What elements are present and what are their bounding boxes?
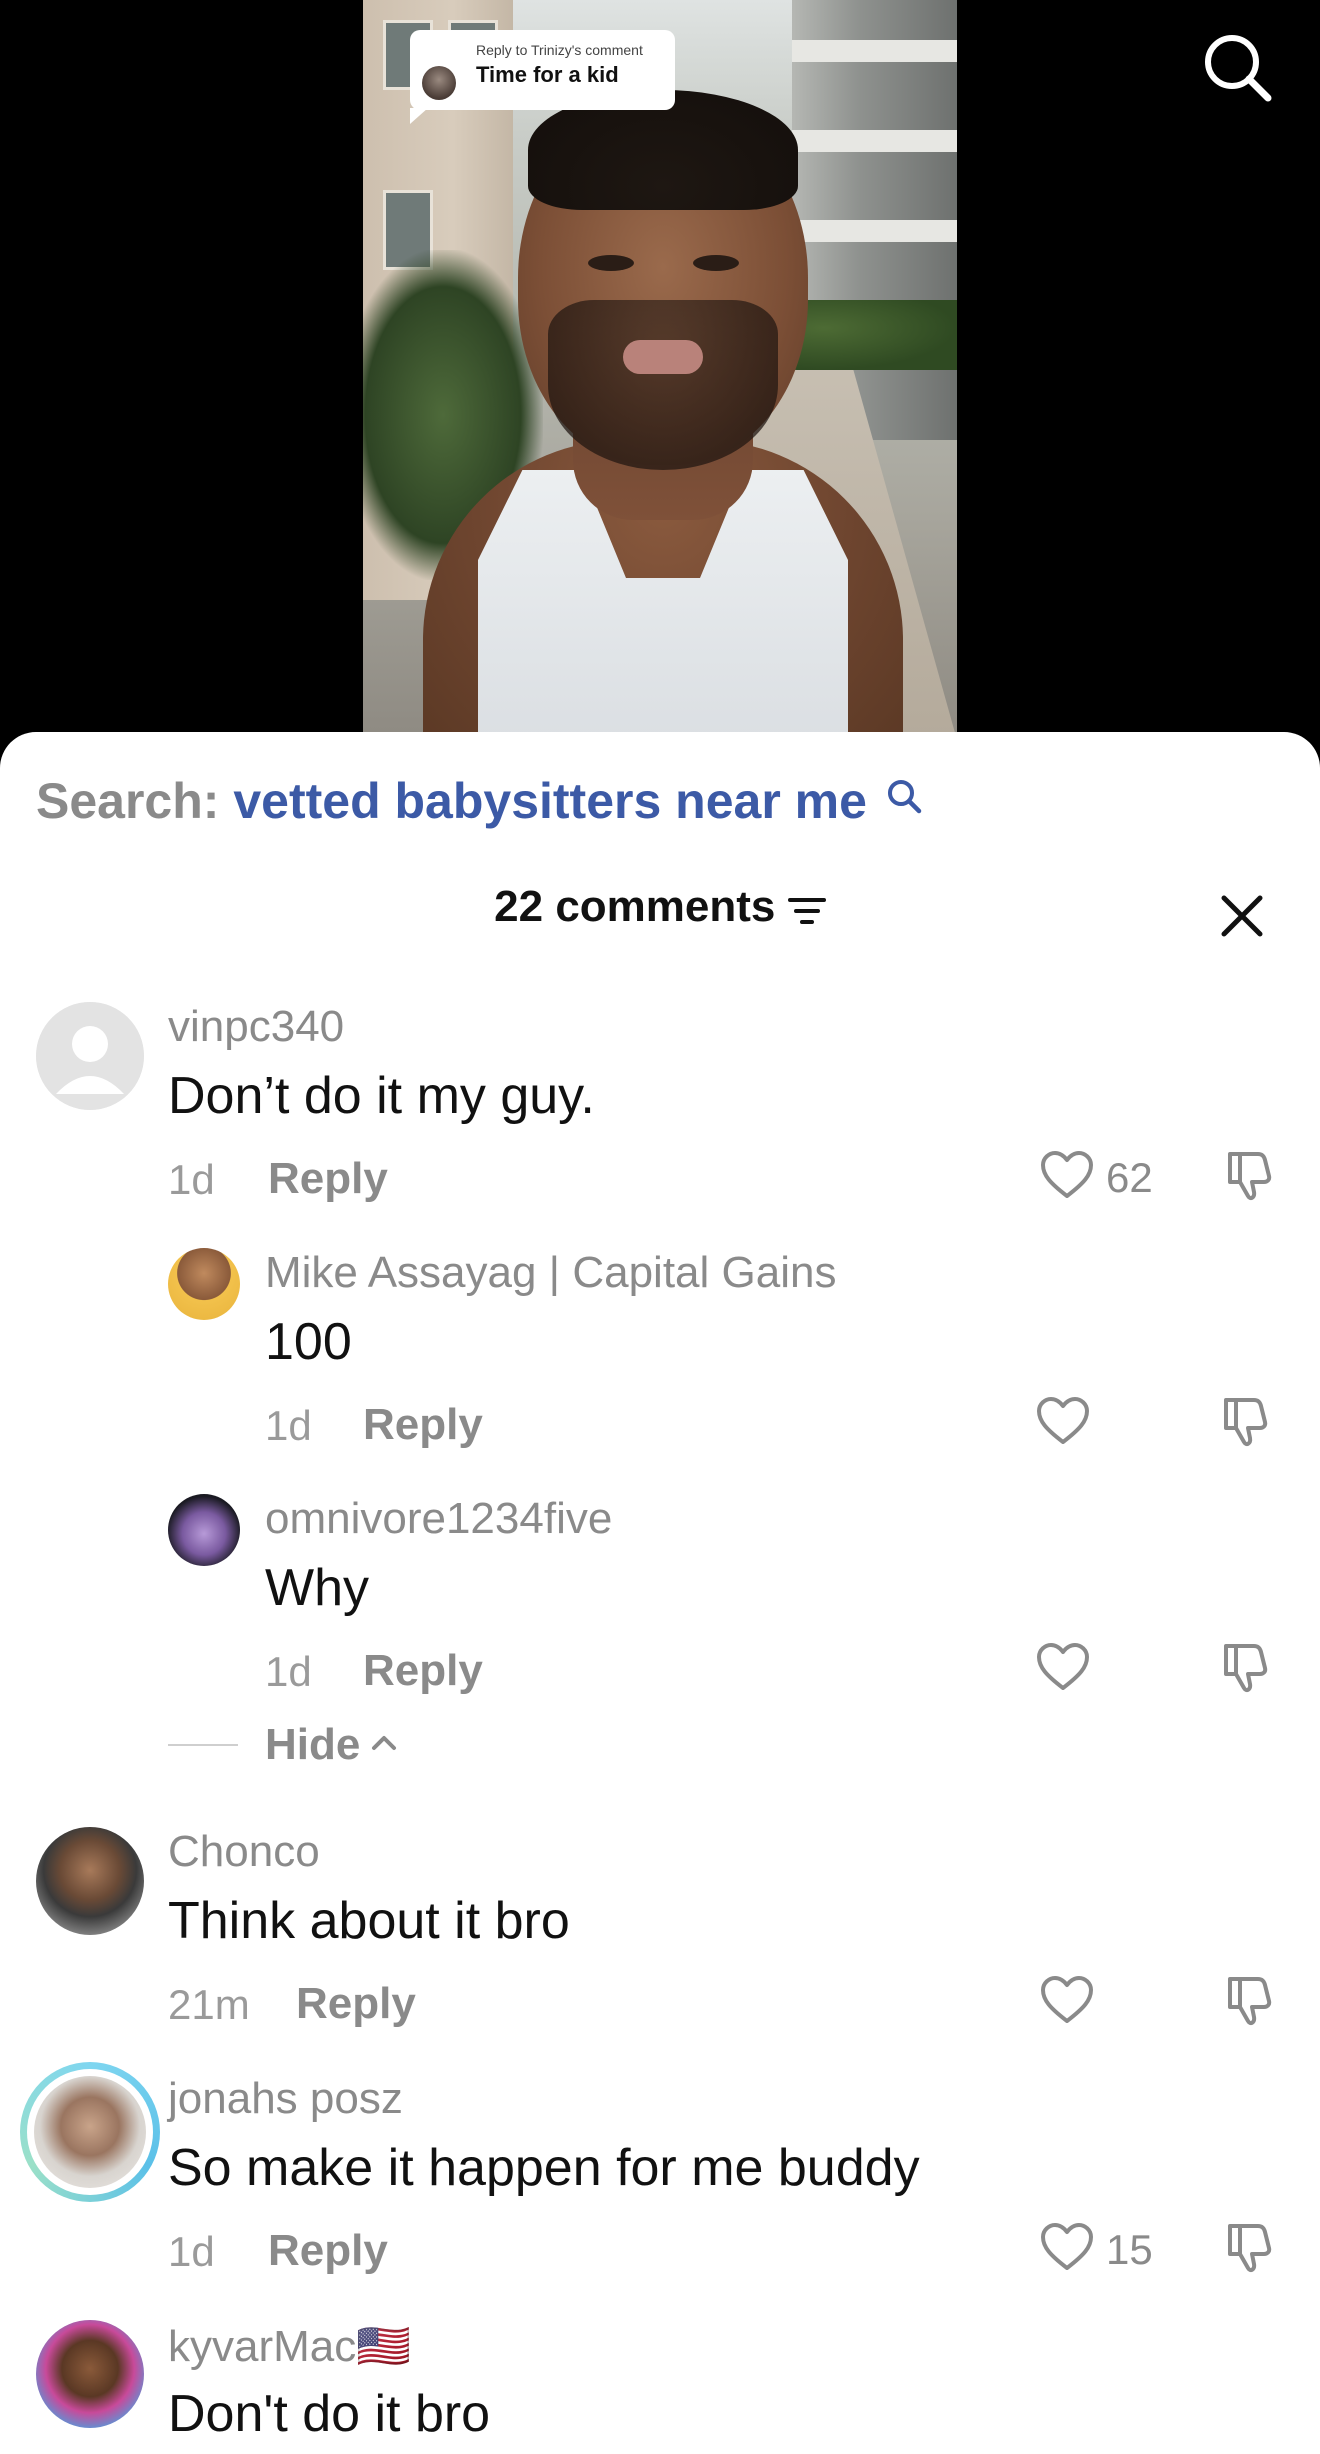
reply-button[interactable]: Reply [363,1400,483,1450]
heart-icon [1041,1976,1093,2023]
comment-text: 100 [265,1313,352,1371]
hide-label: Hide [265,1720,361,1769]
dislike-button[interactable] [1220,2220,1274,2279]
comment-text: So make it happen for me buddy [168,2139,920,2197]
heart-icon [1041,2223,1093,2270]
filter-icon[interactable] [787,895,826,932]
comment-count: 22 comments [494,882,776,931]
comment-time: 1d [168,1156,215,1203]
reply-button[interactable]: Reply [363,1646,483,1696]
thumbs-down-icon [1224,1644,1268,1693]
thumbs-down-icon [1228,1977,1272,2026]
person-lips [623,340,703,374]
person-eye-left [588,255,634,271]
avatar[interactable] [168,1248,240,1320]
avatar[interactable] [36,1827,144,1935]
comment-username[interactable]: Chonco [168,1827,320,1877]
like-button[interactable] [1040,1975,1094,2030]
comment-time: 21m [168,1981,250,2028]
person-beard [548,300,778,470]
like-button[interactable] [1040,1150,1094,1205]
comment-time: 1d [265,1402,312,1449]
comment-text: Don't do it bro [168,2385,491,2443]
close-button[interactable] [1218,892,1266,940]
comment-username[interactable]: jonahs posz [168,2074,403,2124]
thumbs-down-icon [1228,1152,1272,1201]
heart-icon [1041,1151,1093,1198]
search-icon [887,780,922,814]
avatar[interactable] [168,1494,240,1566]
default-avatar-icon [36,1002,144,1110]
comment-username[interactable]: kyvarMac🇺🇸 [168,2320,411,2372]
like-button[interactable] [1036,1642,1090,1697]
reply-sticker-avatar [422,66,456,100]
reply-to-comment-sticker[interactable]: Reply to Trinizy's comment Time for a ki… [410,30,675,124]
reply-sticker-text: Time for a kid [476,62,619,87]
like-count: 15 [1106,2226,1153,2273]
avatar[interactable] [36,1002,144,1110]
comments-sheet: Search: vetted babysitters near me 22 co… [0,732,1320,2454]
dislike-button[interactable] [1216,1640,1270,1699]
search-icon [1205,35,1272,102]
like-count: 62 [1106,1154,1153,1201]
dislike-button[interactable] [1216,1394,1270,1453]
reply-button[interactable]: Reply [268,2226,388,2276]
comment-username[interactable]: omnivore1234five [265,1494,612,1544]
thumbs-down-icon [1224,1398,1268,1447]
search-suggestion[interactable]: Search: vetted babysitters near me [36,772,923,830]
reply-button[interactable]: Reply [268,1154,388,1204]
person-eye-right [693,255,739,271]
hide-divider [168,1744,238,1746]
thumbs-down-icon [1228,2224,1272,2273]
video-player[interactable]: Reply to Trinizy's comment Time for a ki… [0,0,1320,760]
dislike-button[interactable] [1220,1973,1274,2032]
heart-icon [1037,1643,1089,1690]
like-button[interactable] [1040,2222,1094,2277]
close-icon [1221,895,1263,937]
comments-header: 22 comments [0,882,1320,932]
comment-username[interactable]: vinpc340 [168,1002,344,1052]
avatar[interactable] [34,2076,146,2188]
comment-text: Think about it bro [168,1892,570,1950]
search-suggestion-label: Search: [36,773,220,829]
reply-sticker-prefix: Reply to Trinizy's comment [476,42,643,58]
dislike-button[interactable] [1220,1148,1274,1207]
heart-icon [1037,1397,1089,1444]
comment-time: 1d [168,2228,215,2275]
chevron-up-icon [372,1736,396,1750]
comment-username[interactable]: Mike Assayag | Capital Gains [265,1248,836,1298]
like-button[interactable] [1036,1396,1090,1451]
comment-text: Why [265,1559,369,1617]
search-suggestion-term[interactable]: vetted babysitters near me [233,773,867,829]
search-button[interactable] [1200,30,1274,104]
comment-text: Don’t do it my guy. [168,1067,595,1125]
reply-button[interactable]: Reply [296,1979,416,2029]
avatar[interactable] [36,2320,144,2428]
comment-time: 1d [265,1648,312,1695]
video-frame[interactable] [363,0,957,740]
